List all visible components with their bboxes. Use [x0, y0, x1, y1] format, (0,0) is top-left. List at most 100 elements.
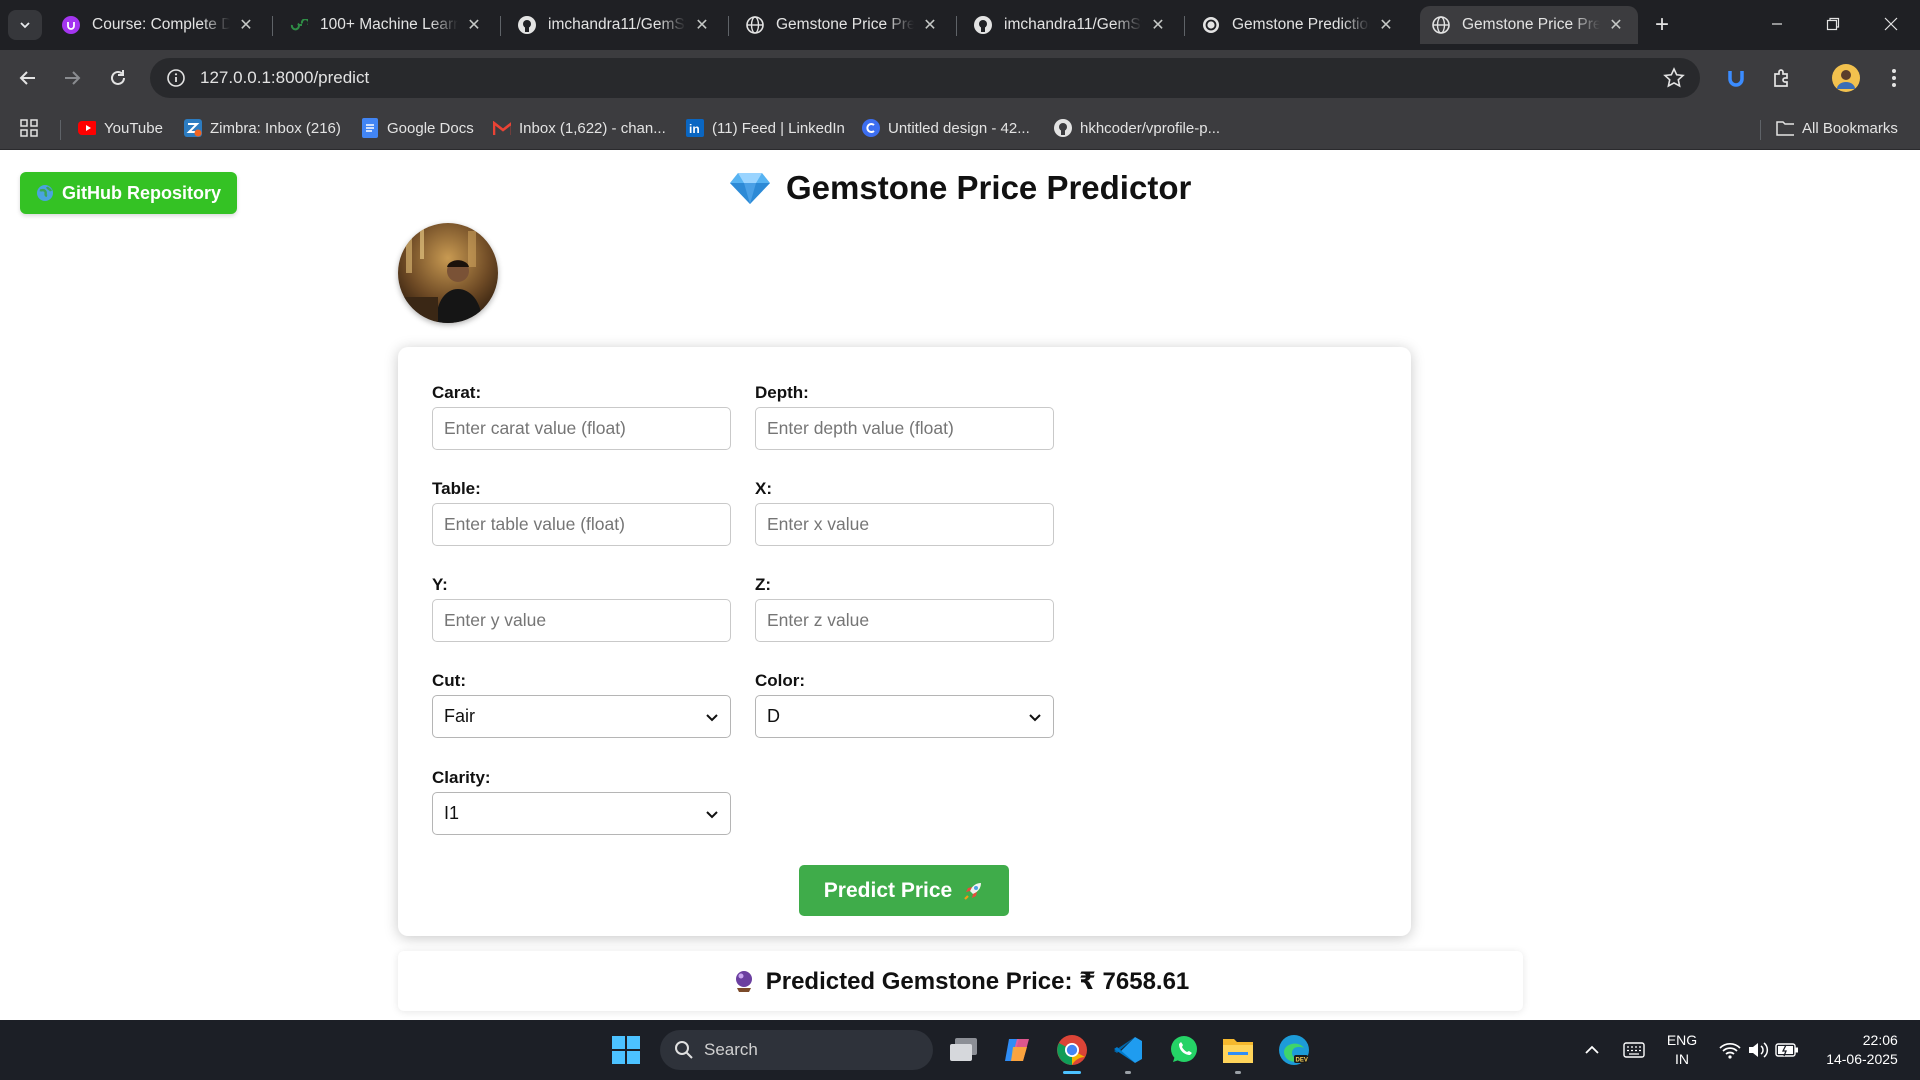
all-bookmarks-button[interactable]: All Bookmarks	[1776, 116, 1898, 140]
restore-button[interactable]	[1810, 8, 1856, 40]
bookmark-youtube[interactable]: YouTube	[78, 116, 163, 140]
edge-dev-icon: DEV	[1279, 1035, 1309, 1065]
bookmark-linkedin[interactable]: in (11) Feed | LinkedIn	[686, 116, 845, 140]
tab-course[interactable]: Course: Complete Da ✕	[50, 6, 268, 44]
globe-icon	[1432, 16, 1450, 34]
close-icon[interactable]: ✕	[1606, 15, 1626, 35]
windows-logo-icon	[612, 1036, 640, 1064]
depth-input[interactable]	[755, 407, 1054, 450]
volume-status[interactable]	[1744, 1020, 1772, 1080]
tab-search-button[interactable]	[8, 10, 42, 40]
bookmark-label: Zimbra: Inbox (216)	[210, 119, 341, 137]
network-status[interactable]	[1716, 1020, 1744, 1080]
keyboard-button[interactable]	[1620, 1020, 1648, 1080]
close-icon[interactable]: ✕	[920, 15, 940, 35]
taskbar-copilot[interactable]	[998, 1030, 1038, 1070]
bookmark-label: Untitled design - 42...	[888, 119, 1030, 137]
bookmark-zimbra[interactable]: Zimbra: Inbox (216)	[184, 116, 341, 140]
table-input[interactable]	[432, 503, 731, 546]
active-indicator	[1063, 1071, 1081, 1074]
tab-gemstone-price-1[interactable]: Gemstone Price Pred ✕	[734, 6, 952, 44]
tab-title: 100+ Machine Learni	[320, 16, 458, 33]
arrow-right-icon	[65, 71, 81, 85]
tab-github-1[interactable]: imchandra11/GemSt ✕	[506, 6, 724, 44]
bookmark-label: Inbox (1,622) - chan...	[519, 119, 666, 137]
task-view-icon	[950, 1038, 977, 1061]
bookmark-gmail[interactable]: Inbox (1,622) - chan...	[493, 116, 666, 140]
close-icon[interactable]: ✕	[1148, 15, 1168, 35]
z-label: Z:	[755, 575, 772, 594]
youtube-icon	[78, 119, 96, 137]
clarity-select[interactable]: I1	[432, 792, 731, 835]
bookmark-star-icon[interactable]	[1662, 66, 1686, 90]
tab-machine-learning[interactable]: 100+ Machine Learni ✕	[278, 6, 496, 44]
bookmark-google-docs[interactable]: Google Docs	[361, 116, 474, 140]
chevron-down-icon	[704, 709, 720, 725]
taskbar-edge-dev[interactable]: DEV	[1274, 1030, 1314, 1070]
chevron-up-icon	[1585, 1045, 1599, 1054]
profile-avatar[interactable]	[1832, 64, 1860, 92]
taskbar-task-view[interactable]	[944, 1030, 984, 1070]
github-repository-button[interactable]: GitHub Repository	[20, 172, 237, 214]
clock-date: 14-06-2025	[1826, 1051, 1898, 1067]
github-button-label: GitHub Repository	[61, 182, 221, 203]
tab-gemstone-price-active[interactable]: Gemstone Price Pred ✕	[1420, 6, 1638, 44]
x-input[interactable]	[755, 503, 1054, 546]
tab-gemstone-prediction[interactable]: Gemstone Prediction ✕	[1190, 6, 1408, 44]
extension-shield-icon[interactable]	[1722, 64, 1750, 92]
page-viewport: GitHub Repository Gemstone Price Predict…	[0, 151, 1920, 1020]
cut-select[interactable]: Fair	[432, 695, 731, 738]
bookmark-divider	[60, 120, 61, 140]
table-label: Table:	[432, 479, 481, 498]
forward-button[interactable]	[56, 62, 88, 94]
url-text: 127.0.0.1:8000/predict	[200, 68, 370, 87]
taskbar-search[interactable]: Search	[660, 1030, 933, 1070]
depth-label: Depth:	[755, 383, 809, 402]
bookmark-github[interactable]: hkhcoder/vprofile-p...	[1054, 116, 1220, 140]
back-button[interactable]	[12, 62, 44, 94]
taskbar-chrome[interactable]	[1052, 1030, 1092, 1074]
predict-price-button[interactable]: Predict Price	[799, 865, 1009, 916]
folder-icon	[1223, 1039, 1253, 1063]
site-info-icon[interactable]	[156, 58, 196, 98]
system-clock[interactable]: 22:06 14-06-2025	[1812, 1020, 1912, 1080]
globe-icon	[36, 184, 54, 202]
battery-status[interactable]	[1772, 1020, 1802, 1080]
taskbar-whatsapp[interactable]	[1164, 1030, 1204, 1070]
more-menu-icon[interactable]	[1880, 64, 1908, 92]
tab-title: Gemstone Price Pred	[776, 16, 914, 33]
y-input[interactable]	[432, 599, 731, 642]
taskbar-vscode[interactable]	[1108, 1030, 1148, 1074]
carat-label: Carat:	[432, 383, 482, 402]
color-select[interactable]: D	[755, 695, 1054, 738]
chrome-icon	[1057, 1035, 1087, 1065]
canva-icon	[862, 119, 880, 137]
start-button[interactable]	[606, 1030, 646, 1070]
address-bar[interactable]: 127.0.0.1:8000/predict	[150, 58, 1700, 98]
apps-grid-button[interactable]	[20, 116, 46, 140]
page-title-text: Gemstone Price Predictor	[786, 169, 1192, 206]
minimize-button[interactable]	[1754, 8, 1800, 40]
close-icon[interactable]: ✕	[464, 15, 484, 35]
crystal-ball-icon	[732, 969, 756, 993]
close-icon[interactable]: ✕	[236, 15, 256, 35]
github-icon	[1054, 119, 1072, 137]
close-window-button[interactable]	[1868, 8, 1914, 40]
show-hidden-icons-button[interactable]	[1580, 1020, 1604, 1080]
prediction-result: Predicted Gemstone Price: ₹ 7658.61	[398, 951, 1523, 1011]
carat-input[interactable]	[432, 407, 731, 450]
close-icon[interactable]: ✕	[1376, 15, 1396, 35]
taskbar-file-explorer[interactable]	[1218, 1030, 1258, 1074]
tab-divider	[1184, 16, 1185, 36]
extensions-puzzle-icon[interactable]	[1768, 64, 1796, 92]
reload-button[interactable]	[102, 62, 134, 94]
close-icon[interactable]: ✕	[692, 15, 712, 35]
reload-icon	[111, 70, 125, 85]
tab-github-2[interactable]: imchandra11/GemSt ✕	[962, 6, 1180, 44]
new-tab-button[interactable]: +	[1648, 11, 1676, 39]
github-icon	[518, 16, 536, 34]
language-indicator[interactable]: ENG IN	[1660, 1020, 1704, 1080]
z-input[interactable]	[755, 599, 1054, 642]
windows-taskbar: Search DEV ENG IN 22:06 14-06-2025	[0, 1020, 1920, 1080]
bookmark-canva[interactable]: Untitled design - 42...	[862, 116, 1030, 140]
